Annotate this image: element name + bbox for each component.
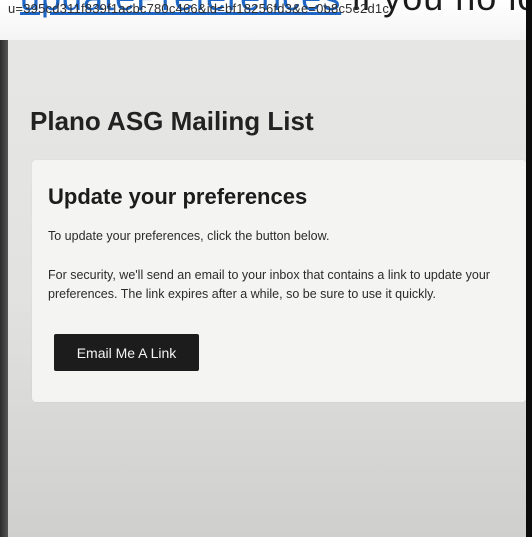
page-title: Plano ASG Mailing List	[30, 106, 314, 136]
email-me-a-link-button[interactable]: Email Me A Link	[54, 334, 199, 371]
preferences-card: Update your preferences To update your p…	[32, 160, 526, 402]
instruction-text: To update your preferences, click the bu…	[48, 229, 330, 243]
card-title: Update your preferences	[48, 184, 308, 209]
screen-bezel-left	[0, 40, 8, 537]
security-note-text: For security, we'll send an email to you…	[48, 268, 490, 301]
browser-top-strip: updatePreferences if you no longer want …	[0, 0, 526, 40]
screen-edge-right	[526, 0, 532, 537]
url-fragment: u=395cd311f839f1acbc780c466&id=bf18256fd…	[8, 1, 390, 16]
